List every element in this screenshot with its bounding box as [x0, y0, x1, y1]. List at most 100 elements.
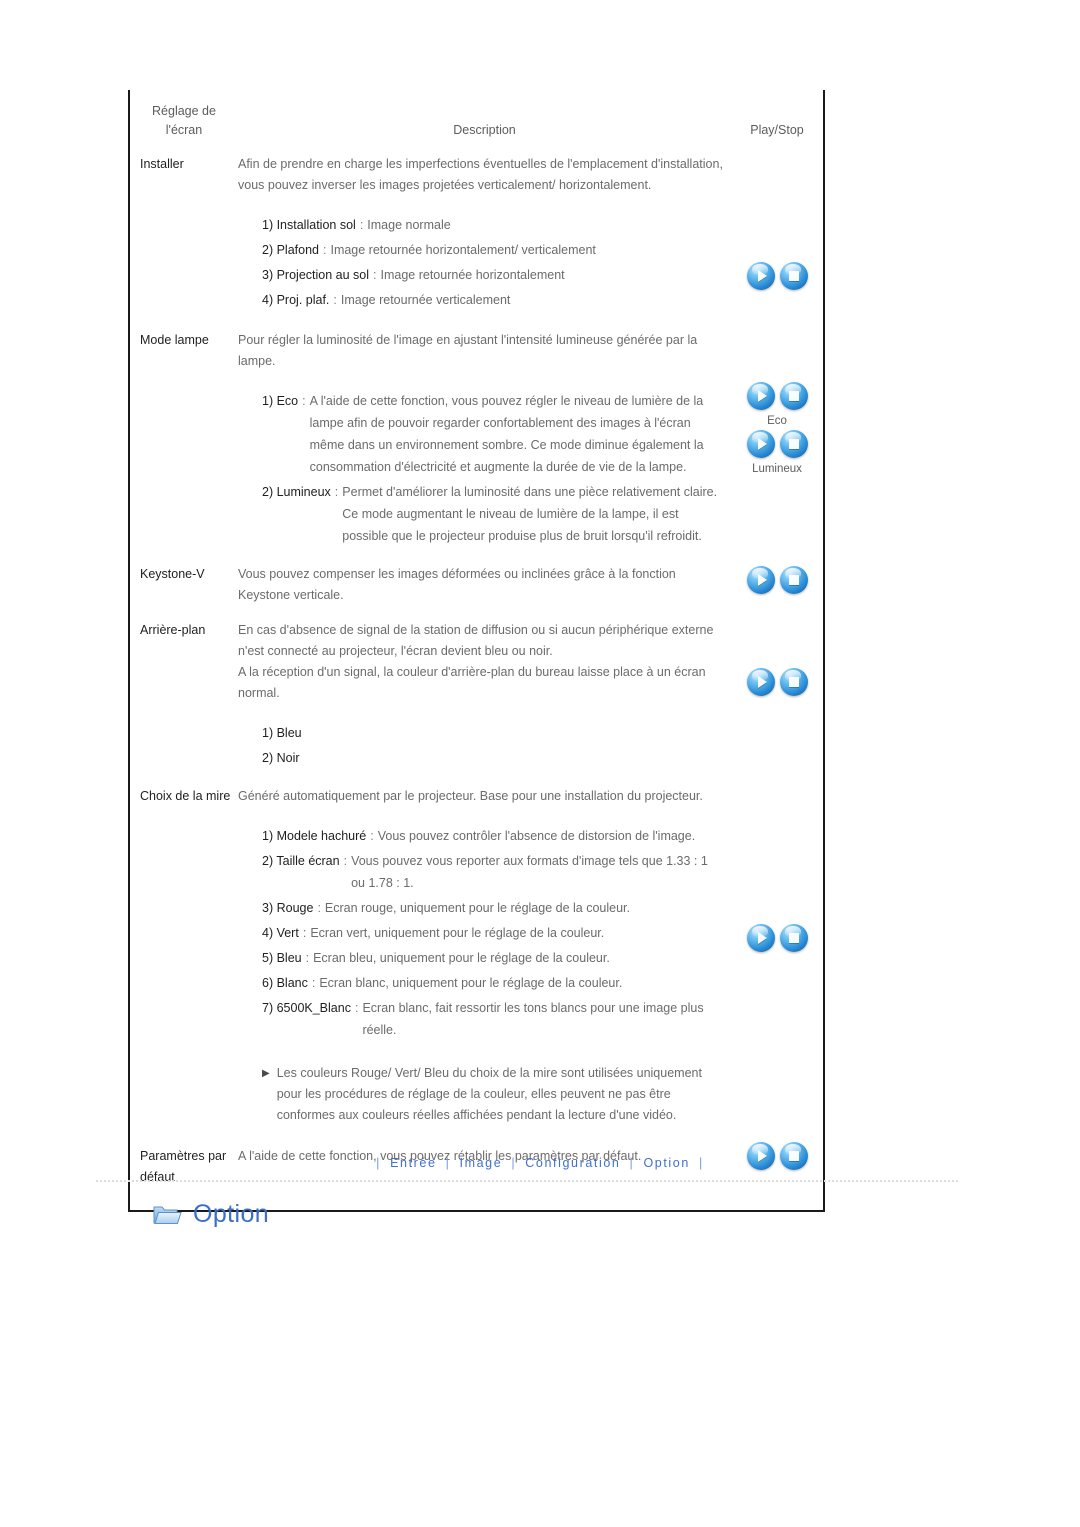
option-separator: :	[302, 926, 307, 940]
nav-link-option[interactable]: Option	[643, 1156, 689, 1170]
option-key: 2) Noir	[262, 751, 300, 765]
play-icon[interactable]	[746, 382, 775, 410]
option-value: Vous pouvez vous reporter aux formats d'…	[351, 854, 708, 890]
option-value: Ecran bleu, uniquement pour le réglage d…	[313, 951, 610, 965]
footer-divider	[96, 1180, 958, 1182]
option-separator: :	[322, 243, 327, 257]
option-value: Vous pouvez contrôler l'absence de disto…	[377, 829, 696, 843]
option-separator: :	[373, 268, 377, 282]
page-title: Option	[193, 1200, 270, 1228]
nav-separator: |	[698, 1156, 704, 1170]
setting-name: Choix de la mire	[140, 789, 231, 803]
option-list: 1) Eco : A l'aide de cette fonction, vou…	[238, 390, 725, 547]
option-value: Ecran vert, uniquement pour le réglage d…	[310, 926, 605, 940]
setting-name: Installer	[140, 157, 184, 171]
option-key: 1) Eco	[262, 394, 299, 408]
option-separator: :	[354, 1001, 359, 1015]
option-item: 6) Blanc : Ecran blanc, uniquement pour …	[238, 972, 725, 994]
setting-name: Mode lampe	[140, 333, 209, 347]
section-heading: Option	[152, 1200, 269, 1228]
stop-icon[interactable]	[779, 430, 808, 458]
table-row: Arrière-plan En cas d'absence de signal …	[130, 606, 823, 772]
play-icon[interactable]	[746, 262, 775, 290]
option-separator: :	[334, 485, 339, 499]
option-item: 3) Projection au sol : Image retournée h…	[238, 264, 725, 286]
play-stop-button-pair[interactable]	[731, 430, 823, 458]
stop-icon[interactable]	[779, 668, 808, 696]
option-list: 1) Bleu 2) Noir	[238, 722, 725, 769]
table-row: Choix de la mire Généré automatiquement …	[130, 772, 823, 1126]
play-stop-button-pair[interactable]	[731, 566, 823, 594]
option-list: 1) Modele hachuré : Vous pouvez contrôle…	[238, 825, 725, 1041]
option-item: 3) Rouge : Ecran rouge, uniquement pour …	[238, 897, 725, 919]
control-group	[731, 262, 823, 290]
nav-separator: |	[511, 1156, 517, 1170]
description-paragraph: Pour régler la luminosité de l'image en …	[238, 333, 698, 368]
stop-icon[interactable]	[779, 262, 808, 290]
row-setting-label-cell: Mode lampe	[130, 330, 238, 351]
setting-name: Keystone-V	[140, 567, 205, 581]
nav-link-entree[interactable]: Entrée	[390, 1156, 436, 1170]
play-icon[interactable]	[746, 566, 775, 594]
column-header-setting-line1: Réglage de	[152, 104, 216, 118]
table-row: Installer Afin de prendre en charge les …	[130, 146, 823, 314]
footer-navigation: | Entrée | Image | Configuration | Optio…	[0, 1156, 1080, 1170]
play-stop-button-pair[interactable]	[731, 668, 823, 696]
row-description-cell: Pour régler la luminosité de l'image en …	[238, 330, 731, 550]
option-separator: :	[359, 218, 364, 232]
option-item: 1) Eco : A l'aide de cette fonction, vou…	[238, 390, 725, 478]
option-item: 4) Vert : Ecran vert, uniquement pour le…	[238, 922, 725, 944]
row-setting-label-cell: Installer	[130, 154, 238, 175]
play-stop-button-pair[interactable]	[731, 924, 823, 952]
play-stop-button-pair[interactable]	[731, 262, 823, 290]
option-item: 1) Modele hachuré : Vous pouvez contrôle…	[238, 825, 725, 847]
row-description-cell: Vous pouvez compenser les images déformé…	[238, 564, 731, 606]
column-header-setting-line2: l'écran	[165, 123, 203, 137]
option-value: Permet d'améliorer la luminosité dans un…	[342, 485, 718, 543]
play-icon[interactable]	[746, 924, 775, 952]
description-paragraph: Généré automatiquement par le projecteur…	[238, 789, 703, 803]
option-key: 4) Proj. plaf.	[262, 293, 330, 307]
column-header-control: Play/Stop	[750, 123, 804, 137]
stop-icon[interactable]	[779, 924, 808, 952]
option-key: 5) Bleu	[262, 951, 302, 965]
option-value: Image retournée horizontalement	[380, 268, 565, 282]
option-item: 1) Bleu	[238, 722, 725, 744]
note-block: ▶ Les couleurs Rouge/ Vert/ Bleu du choi…	[238, 1063, 725, 1126]
option-key: 1) Installation sol	[262, 218, 356, 232]
option-key: 2) Plafond	[262, 243, 319, 257]
triangle-bullet-icon: ▶	[262, 1068, 270, 1079]
stop-icon[interactable]	[779, 382, 808, 410]
stop-icon[interactable]	[779, 566, 808, 594]
option-value: Image retournée horizontalement/ vertica…	[330, 243, 596, 257]
play-stop-button-pair[interactable]	[731, 382, 823, 410]
play-icon[interactable]	[746, 668, 775, 696]
option-value: Ecran blanc, fait ressortir les tons bla…	[362, 1001, 704, 1037]
option-item: 2) Noir	[238, 747, 725, 769]
option-key: 3) Projection au sol	[262, 268, 370, 282]
description-paragraph: Vous pouvez compenser les images déformé…	[238, 567, 676, 602]
option-separator: :	[317, 901, 321, 915]
nav-link-image[interactable]: Image	[460, 1156, 503, 1170]
play-icon[interactable]	[746, 430, 775, 458]
nav-link-configuration[interactable]: Configuration	[525, 1156, 620, 1170]
option-separator: :	[302, 394, 306, 408]
option-value: A l'aide de cette fonction, vous pouvez …	[309, 394, 704, 474]
option-item: 2) Plafond : Image retournée horizontale…	[238, 239, 725, 261]
row-description-cell: En cas d'absence de signal de la station…	[238, 620, 731, 772]
setting-name-line2: défaut	[140, 1170, 175, 1184]
option-item: 1) Installation sol : Image normale	[238, 214, 725, 236]
option-separator: :	[343, 854, 348, 868]
description-paragraph: En cas d'absence de signal de la station…	[238, 623, 714, 658]
nav-separator: |	[376, 1156, 381, 1170]
option-key: 6) Blanc	[262, 976, 308, 990]
option-item: 2) Lumineux : Permet d'améliorer la lumi…	[238, 481, 725, 547]
option-key: 2) Taille écran	[262, 854, 340, 868]
option-value: Image retournée verticalement	[340, 293, 511, 307]
row-setting-label-cell: Keystone-V	[130, 564, 238, 585]
column-header-setting: Réglage de l'écran	[130, 102, 238, 140]
option-key: 1) Modele hachuré	[262, 829, 367, 843]
table-row: Mode lampe Pour régler la luminosité de …	[130, 314, 823, 550]
nav-separator: |	[629, 1156, 635, 1170]
control-group	[731, 566, 823, 594]
